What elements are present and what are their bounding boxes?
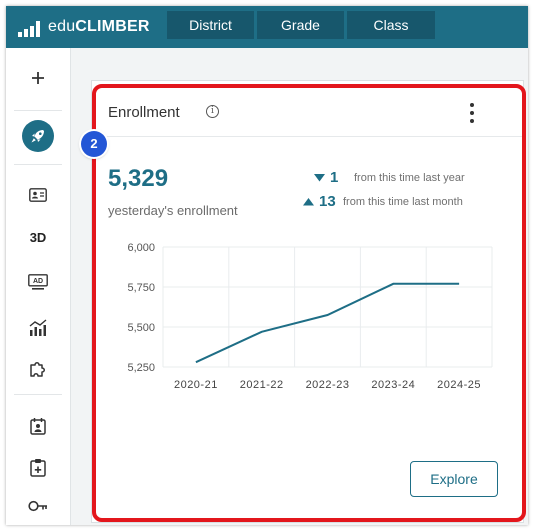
tab-district[interactable]: District <box>167 11 254 39</box>
sidebar-divider <box>14 110 62 111</box>
highlight-box <box>92 84 526 522</box>
tab-class[interactable]: Class <box>347 11 435 39</box>
id-card-icon <box>29 188 47 202</box>
plus-icon <box>32 72 44 84</box>
key-icon <box>28 500 47 512</box>
sidebar-divider <box>14 394 62 395</box>
sidebar-item-meetings[interactable] <box>22 414 54 438</box>
rocket-icon <box>22 120 54 152</box>
clipboard-plus-icon <box>30 458 46 477</box>
app-window: eduCLIMBER District Grade Class 3D AD En… <box>6 6 528 525</box>
add-button[interactable] <box>22 66 54 90</box>
logo-bars-icon <box>18 21 40 37</box>
sidebar: 3D AD <box>6 48 71 525</box>
sidebar-item-3d[interactable]: 3D <box>22 225 54 249</box>
brand-prefix: edu <box>48 18 76 35</box>
sidebar-item-launch[interactable] <box>20 118 56 154</box>
sidebar-item-profile[interactable] <box>22 183 54 207</box>
sidebar-item-access[interactable] <box>22 494 54 518</box>
ad-label: AD <box>33 278 43 285</box>
sidebar-item-analytics[interactable] <box>22 316 54 340</box>
3d-icon: 3D <box>29 229 47 245</box>
step-badge: 2 <box>81 131 107 157</box>
brand-main: CLIMBER <box>75 18 150 35</box>
chart-bars-icon <box>29 319 47 336</box>
sidebar-item-ad[interactable]: AD <box>22 270 54 294</box>
puzzle-icon <box>30 362 45 377</box>
app-logo[interactable]: eduCLIMBER <box>18 17 150 37</box>
top-bar: eduCLIMBER District Grade Class <box>6 6 528 48</box>
level-tabs: District Grade Class <box>167 11 435 39</box>
app-name: eduCLIMBER <box>48 17 150 37</box>
tab-grade[interactable]: Grade <box>257 11 344 39</box>
sidebar-item-interventions[interactable] <box>22 357 54 381</box>
sidebar-item-tasks[interactable] <box>22 455 54 479</box>
calendar-user-icon <box>30 418 46 435</box>
sidebar-divider <box>14 164 62 165</box>
ad-screen-icon: AD <box>28 274 48 290</box>
